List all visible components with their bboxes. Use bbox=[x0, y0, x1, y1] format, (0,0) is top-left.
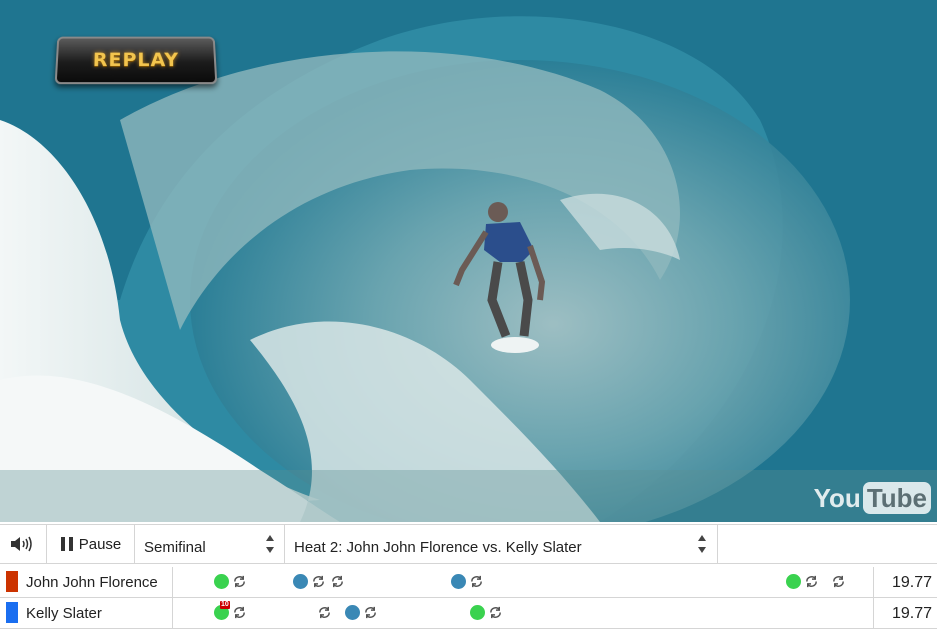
refresh-icon[interactable] bbox=[311, 574, 326, 589]
refresh-icon[interactable] bbox=[330, 574, 345, 589]
scored-wave-dot[interactable] bbox=[470, 605, 485, 620]
surfer-name-cell: John John Florence bbox=[0, 567, 173, 597]
total-score: 19.77 bbox=[891, 574, 932, 591]
refresh-icon[interactable] bbox=[232, 574, 247, 589]
heat-select[interactable]: Heat 2: John John Florence vs. Kelly Sla… bbox=[284, 525, 718, 563]
refresh-icon[interactable] bbox=[363, 605, 378, 620]
round-select-value: Semifinal bbox=[144, 539, 206, 556]
total-score-cell: 19.77 bbox=[873, 598, 937, 628]
surfer-row-john-john-florence: John John Florence 19.77 bbox=[0, 567, 937, 598]
select-arrows-icon bbox=[265, 535, 275, 553]
scored-wave-dot[interactable] bbox=[293, 574, 308, 589]
refresh-icon[interactable] bbox=[469, 574, 484, 589]
scored-wave-dot[interactable] bbox=[214, 574, 229, 589]
youtube-logo-you: You bbox=[813, 482, 861, 513]
surfer-color-swatch bbox=[6, 571, 18, 592]
refresh-icon[interactable] bbox=[317, 605, 332, 620]
total-score: 19.77 bbox=[891, 605, 932, 622]
volume-button[interactable] bbox=[0, 525, 44, 563]
pause-button[interactable]: Pause bbox=[46, 525, 135, 563]
surfer-name-cell: Kelly Slater bbox=[0, 598, 173, 628]
youtube-logo-tube: Tube bbox=[862, 482, 931, 514]
pause-label: Pause bbox=[78, 535, 122, 553]
refresh-icon[interactable] bbox=[804, 574, 819, 589]
surfer-color-swatch bbox=[6, 602, 18, 623]
scored-wave-dot[interactable] bbox=[786, 574, 801, 589]
pause-icon bbox=[60, 537, 73, 551]
replay-badge: REPLAY bbox=[54, 36, 218, 85]
replay-label: REPLAY bbox=[92, 49, 180, 71]
perfect-ten-badge: 10 bbox=[220, 601, 230, 609]
round-select[interactable]: Semifinal bbox=[134, 525, 285, 563]
select-arrows-icon bbox=[697, 535, 707, 553]
scored-wave-dot[interactable] bbox=[345, 605, 360, 620]
youtube-logo[interactable]: You Tube bbox=[814, 482, 931, 514]
refresh-icon[interactable] bbox=[232, 605, 247, 620]
heat-select-value: Heat 2: John John Florence vs. Kelly Sla… bbox=[294, 539, 582, 556]
scored-wave-dot[interactable] bbox=[451, 574, 466, 589]
refresh-icon[interactable] bbox=[831, 574, 846, 589]
playback-controls: Pause Semifinal Heat 2: John John Floren… bbox=[0, 524, 937, 564]
refresh-icon[interactable] bbox=[488, 605, 503, 620]
surfer-row-kelly-slater: Kelly Slater 10 19.77 bbox=[0, 598, 937, 629]
surfer-name: Kelly Slater bbox=[26, 605, 102, 622]
speaker-icon bbox=[11, 536, 32, 552]
total-score-cell: 19.77 bbox=[873, 567, 937, 597]
video-player[interactable]: REPLAY You Tube bbox=[0, 0, 937, 522]
surfer-name: John John Florence bbox=[26, 574, 158, 591]
